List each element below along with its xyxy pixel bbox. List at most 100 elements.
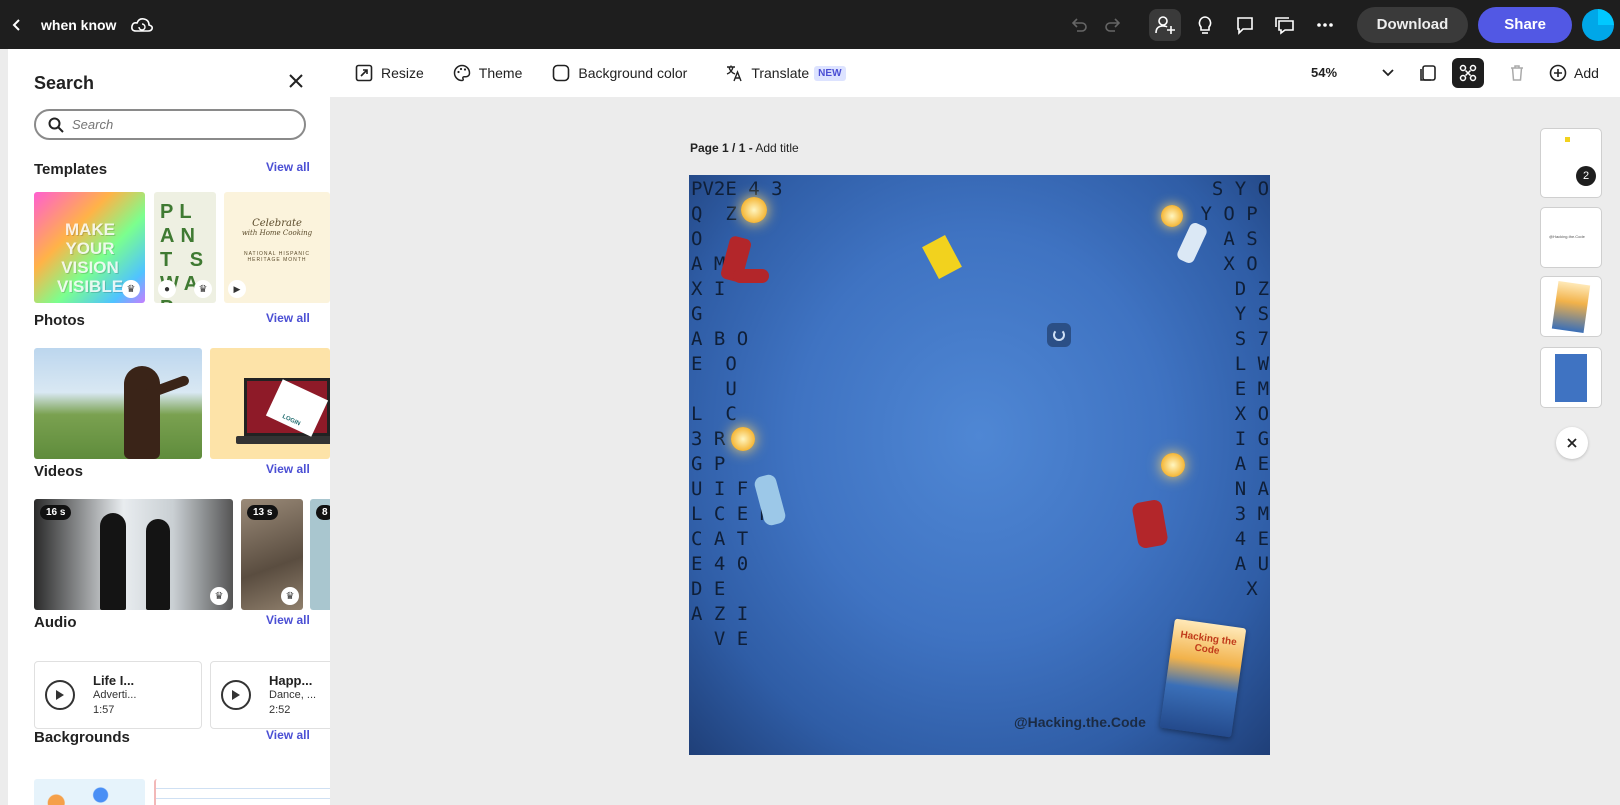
resize-icon [355, 64, 373, 82]
page-count-badge: 2 [1576, 166, 1596, 186]
red-boot-decoration [733, 269, 769, 283]
translate-icon [727, 65, 742, 82]
photo-card-laptop[interactable]: LOGIN [210, 348, 330, 459]
red-boot-decoration [1131, 498, 1169, 550]
redo-icon [1104, 17, 1120, 32]
present-icon [1274, 16, 1294, 35]
zoom-dropdown[interactable] [1372, 58, 1404, 88]
close-icon [1567, 438, 1577, 448]
play-button[interactable] [45, 680, 75, 710]
background-color-button[interactable]: Background color [552, 57, 687, 89]
template-card-vision[interactable]: MAKE YOUR VISION VISIBLE ♛ [34, 192, 145, 303]
resize-button[interactable]: Resize [355, 57, 424, 89]
play-icon: ▶ [228, 280, 246, 298]
template-card-cooking[interactable]: Celebrate with Home Cooking NATIONAL HIS… [224, 192, 330, 303]
pages-button[interactable] [1412, 58, 1444, 88]
play-button[interactable] [221, 680, 251, 710]
background-card-2[interactable] [154, 779, 330, 805]
comment-button[interactable] [1229, 9, 1261, 41]
document-title[interactable]: when know [41, 17, 116, 33]
audio-title: Happ... [269, 672, 313, 688]
silhouette [146, 519, 170, 610]
audio-duration: 2:52 [269, 703, 291, 716]
templates-heading: Templates [34, 161, 108, 178]
add-title-link[interactable]: Add title [753, 141, 798, 155]
cloud-sync-button[interactable] [130, 16, 154, 34]
comment-icon [1236, 16, 1253, 35]
close-icon[interactable] [286, 71, 306, 91]
template-line1: Celebrate [252, 218, 302, 229]
background-card-1[interactable] [34, 779, 145, 805]
lightbulb-decoration [731, 427, 755, 451]
audio-card-1[interactable]: Life I... Adverti... 1:57 [34, 661, 202, 729]
videos-view-all[interactable]: View all [266, 462, 310, 476]
premium-crown-icon: ♛ [194, 280, 212, 298]
template-card-plant[interactable]: PLANT SWAP ♛ ● [154, 192, 216, 303]
backgrounds-view-all[interactable]: View all [266, 728, 310, 742]
layout-toggle-button[interactable] [1452, 58, 1484, 88]
theme-button[interactable]: Theme [453, 57, 522, 89]
page-thumbnail-2[interactable]: @Hacking.the.Code [1540, 207, 1602, 268]
photos-view-all[interactable]: View all [266, 311, 310, 325]
backgrounds-heading: Backgrounds [34, 729, 130, 746]
silhouette [100, 513, 126, 610]
page-thumbnail-1[interactable] [1540, 128, 1602, 198]
book-cover-image: Hacking the Code [1159, 618, 1247, 738]
play-icon [232, 690, 240, 700]
undo-icon [1071, 17, 1087, 32]
more-icon [1316, 22, 1333, 27]
audio-genre: Dance, ... [269, 688, 317, 701]
delete-button[interactable] [1501, 58, 1533, 88]
audio-duration: 1:57 [93, 703, 115, 716]
letter-border-right: S Y O A W Y O P G A S E X O N D Z Y S E … [1200, 178, 1270, 650]
search-panel: Search Templates View all MAKE YOUR VISI… [8, 49, 330, 805]
top-bar: when know Download Share [0, 0, 1620, 49]
download-button[interactable]: Download [1356, 6, 1469, 43]
more-button[interactable] [1309, 9, 1341, 41]
lightbulb-decoration [1161, 205, 1183, 227]
translate-button[interactable]: Translate NEW [725, 57, 846, 89]
chevron-down-icon [1382, 69, 1394, 77]
page-thumbnail-4[interactable] [1540, 347, 1602, 408]
videos-heading: Videos [34, 463, 83, 480]
add-page-button[interactable]: Add [1549, 58, 1599, 88]
present-button[interactable] [1269, 9, 1301, 41]
share-button[interactable]: Share [1478, 6, 1572, 43]
grid-layout-icon [1459, 64, 1477, 82]
audio-heading: Audio [34, 614, 77, 631]
video-card-cat[interactable]: 13 s ♛ [241, 499, 303, 610]
template-line4: HERITAGE MONTH [247, 257, 307, 263]
audio-view-all[interactable]: View all [266, 613, 310, 627]
premium-crown-icon: ♛ [281, 587, 299, 605]
premium-crown-icon: ♛ [122, 280, 140, 298]
ideas-button[interactable] [1189, 9, 1221, 41]
lightbulb-icon [1198, 15, 1211, 34]
back-icon [12, 18, 20, 31]
photos-heading: Photos [34, 312, 85, 329]
pages-icon [1420, 65, 1436, 81]
templates-view-all[interactable]: View all [266, 160, 310, 174]
thumb-image [1555, 354, 1587, 402]
search-input[interactable] [72, 117, 272, 132]
animated-icon: ● [158, 280, 176, 298]
photo-card-woman-stretching[interactable] [34, 348, 202, 459]
video-card-couple[interactable]: 16 s ♛ [34, 499, 233, 610]
page-thumbnail-3[interactable] [1540, 276, 1602, 337]
handle-text[interactable]: @Hacking.the.Code [1014, 714, 1146, 730]
invite-user-icon [1154, 15, 1175, 34]
video-card-3[interactable]: 8 [310, 499, 330, 610]
thumb-image [1551, 281, 1591, 333]
search-box[interactable] [34, 109, 306, 140]
color-swatch-icon [553, 64, 570, 82]
search-icon [48, 117, 64, 133]
audio-card-2[interactable]: Happ... Dance, ... 2:52 [210, 661, 330, 729]
undo-button[interactable] [1063, 9, 1095, 41]
design-canvas[interactable]: PV2E 4 3 Q Z O A M X I G A B O E O U L C… [689, 175, 1270, 755]
premium-crown-icon: ♛ [210, 587, 228, 605]
avatar[interactable] [1582, 8, 1614, 41]
back-button[interactable] [0, 0, 34, 49]
close-pages-button[interactable] [1556, 427, 1588, 459]
redo-button[interactable] [1097, 9, 1129, 41]
invite-user-button[interactable] [1148, 8, 1181, 41]
zoom-level[interactable]: 54% [1311, 65, 1337, 80]
